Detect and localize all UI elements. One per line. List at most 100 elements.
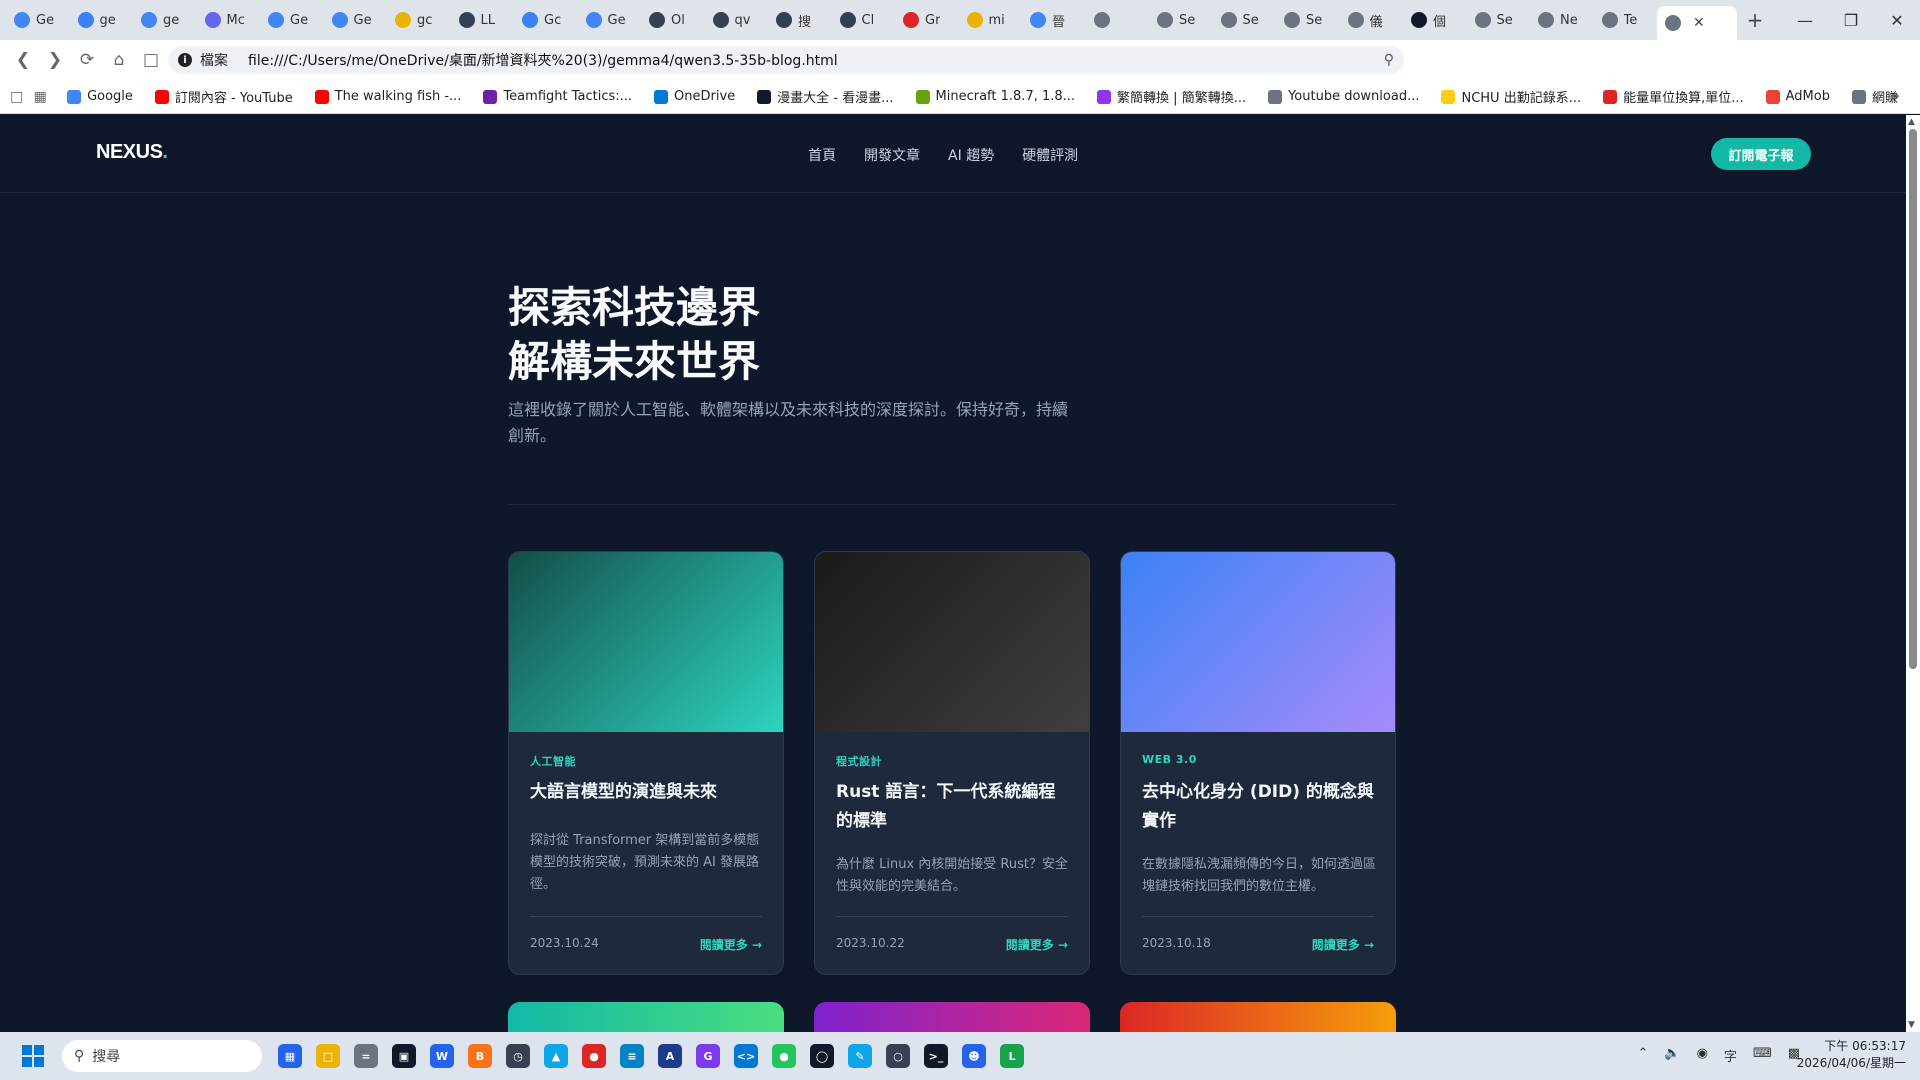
linux-icon[interactable]: ○ xyxy=(886,1044,910,1068)
notepad-icon[interactable]: ≡ xyxy=(620,1044,644,1068)
file-explorer-icon[interactable]: □ xyxy=(316,1044,340,1068)
read-more-link[interactable]: 閱讀更多 → xyxy=(1006,936,1068,953)
browser-tab[interactable]: Ge xyxy=(260,0,324,40)
bookmark-item[interactable]: 漫畫大全 - 看漫畫... xyxy=(757,87,894,106)
sidebar-toggle-icon[interactable]: □ xyxy=(6,82,28,112)
article-card-partial[interactable] xyxy=(508,1002,784,1032)
bookmark-item[interactable]: AdMob xyxy=(1765,87,1830,106)
chrome-icon[interactable]: ● xyxy=(772,1044,796,1068)
close-tab-icon[interactable]: ✕ xyxy=(1693,15,1705,31)
ime-icon[interactable]: 字 xyxy=(1724,1046,1737,1065)
browser-tab[interactable]: Se xyxy=(1467,0,1531,40)
browser-tab[interactable]: Cl xyxy=(832,0,896,40)
nav-home[interactable]: 首頁 xyxy=(808,145,836,165)
brave-icon[interactable]: B xyxy=(468,1044,492,1068)
obs-icon[interactable]: ◯ xyxy=(810,1044,834,1068)
bookmark-item[interactable]: 能量單位換算,單位... xyxy=(1603,87,1744,106)
terminal-icon[interactable]: >_ xyxy=(924,1044,948,1068)
bookmark-item[interactable]: NCHU 出勤記錄系... xyxy=(1441,87,1581,106)
restore-icon[interactable]: ❐ xyxy=(1828,0,1874,40)
volume-icon[interactable]: 🔈 xyxy=(1664,1046,1680,1065)
nav-hardware-reviews[interactable]: 硬體評測 xyxy=(1022,145,1078,165)
article-category[interactable]: 人工智能 xyxy=(530,753,576,769)
store-icon[interactable]: ▦ xyxy=(278,1044,302,1068)
browser-tab[interactable]: Gr xyxy=(895,0,959,40)
browser-tab[interactable]: ge xyxy=(133,0,197,40)
browser-tab[interactable]: ge xyxy=(70,0,134,40)
github-desktop-icon[interactable]: G xyxy=(696,1044,720,1068)
font-app-icon[interactable]: A xyxy=(658,1044,682,1068)
bookmark-item[interactable]: OneDrive xyxy=(654,87,735,106)
article-card[interactable]: WEB 3.0 去中心化身分 (DID) 的概念與實作 在數據隱私洩漏頻傳的今日，如… xyxy=(1120,551,1396,975)
bookmark-item[interactable]: Youtube download... xyxy=(1268,87,1419,106)
read-more-link[interactable]: 閱讀更多 → xyxy=(700,936,762,953)
article-category[interactable]: 程式設計 xyxy=(836,753,882,769)
info-icon[interactable]: i xyxy=(178,53,192,67)
browser-tab[interactable]: Gc xyxy=(514,0,578,40)
back-icon[interactable]: ❮ xyxy=(8,45,38,75)
browser-tab[interactable]: 搜 xyxy=(768,0,832,40)
home-icon[interactable]: ⌂ xyxy=(104,45,134,75)
vscode-icon[interactable]: <> xyxy=(734,1044,758,1068)
zoom-icon[interactable]: ⚲ xyxy=(1384,52,1394,68)
forward-icon[interactable]: ❯ xyxy=(40,45,70,75)
browser-tab[interactable]: Te xyxy=(1594,0,1658,40)
browser-tab[interactable] xyxy=(1086,0,1150,40)
article-card-partial[interactable] xyxy=(1120,1002,1396,1032)
browser-tab-active[interactable]: ✕ xyxy=(1657,6,1737,40)
taskbar-clock[interactable]: 下午 06:53:17 2026/04/06/星期一 xyxy=(1797,1038,1906,1072)
page-scrollbar[interactable]: ▲ ▼ xyxy=(1906,115,1920,1032)
scrollbar-thumb[interactable] xyxy=(1909,129,1917,669)
browser-tab[interactable]: mi xyxy=(959,0,1023,40)
article-card[interactable]: 程式設計 Rust 語言：下一代系統編程的標準 為什麼 Linux 內核開始接受 R… xyxy=(814,551,1090,975)
bookmark-icon[interactable]: □ xyxy=(136,45,166,75)
scroll-down-icon[interactable]: ▼ xyxy=(1908,1020,1915,1030)
article-title[interactable]: 大語言模型的演進與未來 xyxy=(530,778,766,807)
bookmark-item[interactable]: Google xyxy=(67,87,133,106)
mic-icon[interactable]: ◉ xyxy=(1697,1046,1708,1065)
browser-tab[interactable]: 儀 xyxy=(1340,0,1404,40)
nav-ai-trends[interactable]: AI 趨勢 xyxy=(948,145,994,165)
clock-app-icon[interactable]: ◷ xyxy=(506,1044,530,1068)
line-icon[interactable]: L xyxy=(1000,1044,1024,1068)
bookmark-item[interactable]: Minecraft 1.8.7, 1.8... xyxy=(915,87,1075,106)
scroll-up-icon[interactable]: ▲ xyxy=(1908,117,1915,127)
more-bookmarks-icon[interactable]: » xyxy=(1892,89,1900,104)
browser-tab[interactable]: Se xyxy=(1276,0,1340,40)
site-logo[interactable]: NEXUS. xyxy=(96,141,168,164)
word-icon[interactable]: W xyxy=(430,1044,454,1068)
article-thumbnail[interactable] xyxy=(1121,552,1395,732)
nav-dev-articles[interactable]: 開發文章 xyxy=(864,145,920,165)
apps-grid-icon[interactable]: ▦ xyxy=(30,82,52,112)
photos-icon[interactable]: ▲ xyxy=(544,1044,568,1068)
read-more-link[interactable]: 閱讀更多 → xyxy=(1312,936,1374,953)
record-icon[interactable]: ● xyxy=(582,1044,606,1068)
article-card-partial[interactable] xyxy=(814,1002,1090,1032)
browser-tab[interactable]: 晉 xyxy=(1022,0,1086,40)
calculator-icon[interactable]: = xyxy=(354,1044,378,1068)
article-card[interactable]: 人工智能 大語言模型的演進與未來 探討從 Transformer 架構到當前多模態模… xyxy=(508,551,784,975)
article-thumbnail[interactable] xyxy=(815,552,1089,732)
windows-start-icon[interactable] xyxy=(22,1045,44,1067)
article-category[interactable]: WEB 3.0 xyxy=(1142,753,1197,766)
minimize-icon[interactable]: — xyxy=(1782,0,1828,40)
browser-tab[interactable]: 個 xyxy=(1403,0,1467,40)
browser-tab[interactable]: LL xyxy=(451,0,515,40)
article-thumbnail[interactable] xyxy=(509,552,783,732)
address-bar[interactable]: i 檔案 file:///C:/Users/me/OneDrive/桌面/新增資… xyxy=(168,46,1404,74)
close-window-icon[interactable]: ✕ xyxy=(1874,0,1920,40)
taskbar-search[interactable]: ⚲ 搜尋 xyxy=(62,1040,262,1072)
url-text[interactable]: file:///C:/Users/me/OneDrive/桌面/新增資料夾%20… xyxy=(248,50,838,70)
browser-tab[interactable]: Ge xyxy=(6,0,70,40)
headset-icon[interactable]: ☻ xyxy=(962,1044,986,1068)
chevron-up-icon[interactable]: ⌃ xyxy=(1637,1046,1648,1065)
bookmark-item[interactable]: 訂閱內容 - YouTube xyxy=(154,87,293,106)
browser-tab[interactable]: gc xyxy=(387,0,451,40)
browser-tab[interactable]: Ge xyxy=(324,0,388,40)
browser-tab[interactable]: Se xyxy=(1149,0,1213,40)
browser-tab[interactable]: Ol xyxy=(641,0,705,40)
browser-tab[interactable]: Se xyxy=(1213,0,1277,40)
article-title[interactable]: Rust 語言：下一代系統編程的標準 xyxy=(836,778,1072,836)
new-tab-button[interactable]: + xyxy=(1737,8,1773,32)
article-title[interactable]: 去中心化身分 (DID) 的概念與實作 xyxy=(1142,778,1378,836)
